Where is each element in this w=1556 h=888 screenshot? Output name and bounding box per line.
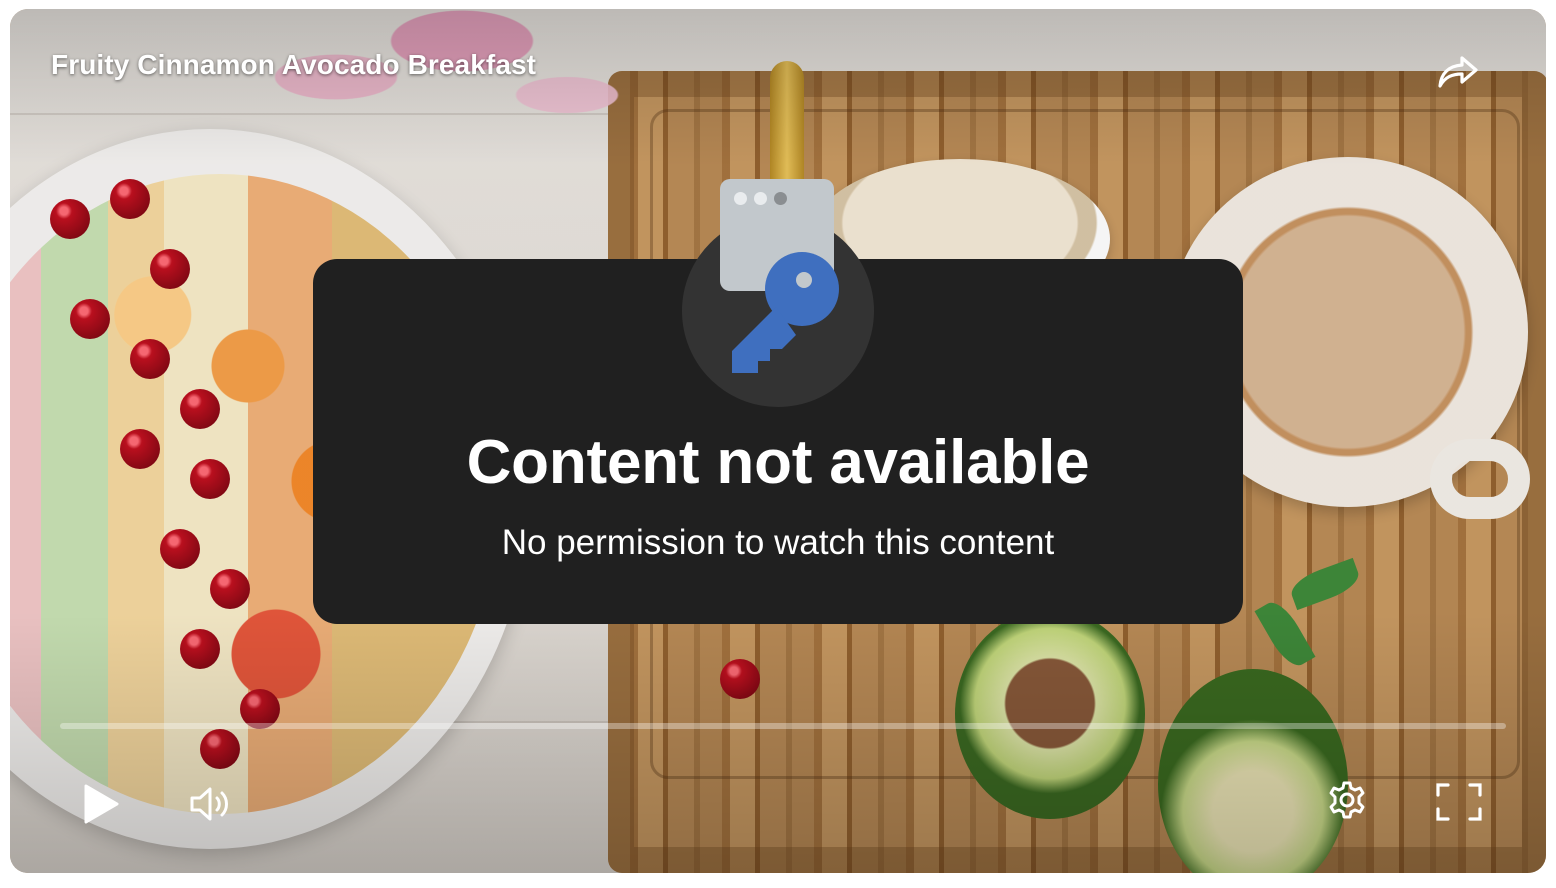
share-icon bbox=[1438, 56, 1478, 88]
play-icon bbox=[84, 784, 119, 824]
share-button[interactable] bbox=[1430, 49, 1486, 95]
video-player: Fruity Cinnamon Avocado Breakfast Conten… bbox=[10, 9, 1546, 873]
settings-button[interactable] bbox=[1320, 773, 1374, 827]
video-title: Fruity Cinnamon Avocado Breakfast bbox=[51, 49, 537, 80]
gear-icon bbox=[1329, 781, 1365, 819]
volume-button[interactable] bbox=[184, 777, 238, 831]
progress-bar[interactable] bbox=[60, 723, 1506, 729]
key-icon bbox=[732, 252, 839, 373]
fullscreen-icon bbox=[1436, 783, 1482, 821]
volume-icon bbox=[190, 787, 228, 821]
error-title: Content not available bbox=[466, 428, 1090, 497]
error-message: No permission to watch this content bbox=[501, 523, 1055, 562]
fullscreen-button[interactable] bbox=[1430, 775, 1488, 829]
play-button[interactable] bbox=[74, 777, 128, 831]
